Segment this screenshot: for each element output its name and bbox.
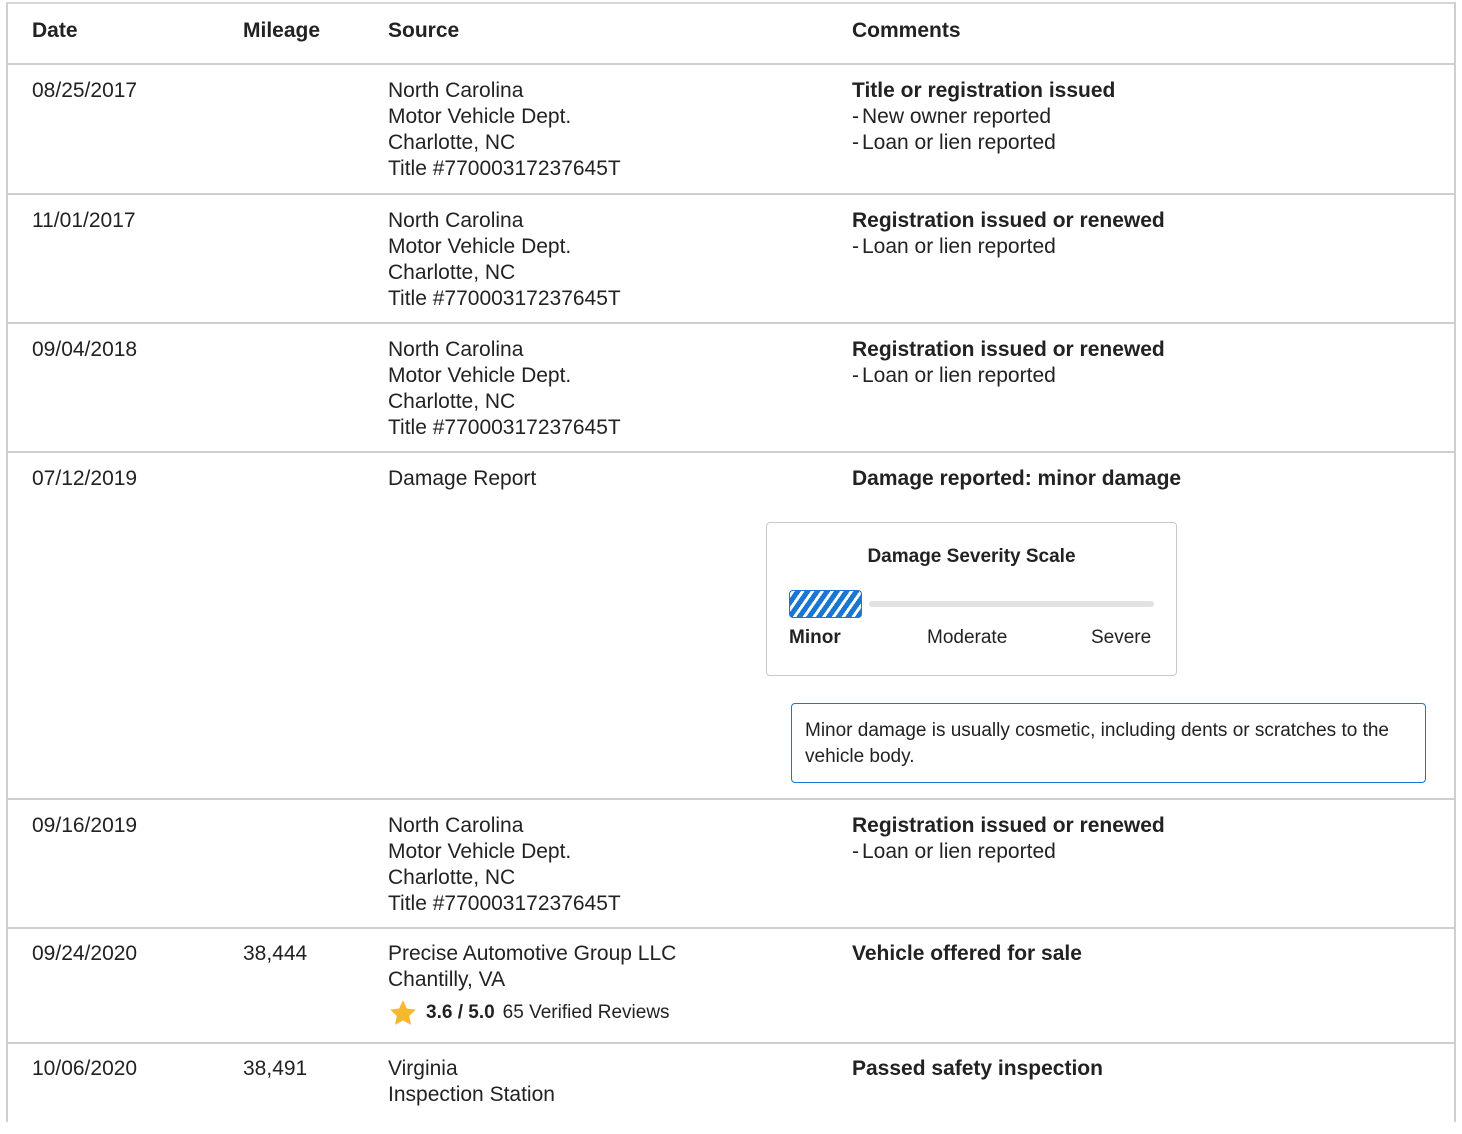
source-line: Charlotte, NC	[388, 390, 516, 413]
source-line: Charlotte, NC	[388, 131, 516, 154]
comment-title: Registration issued or renewed	[852, 209, 1165, 232]
table-row: 11/01/2017 North Carolina Motor Vehicle …	[8, 195, 1454, 324]
star-icon	[390, 1000, 416, 1025]
row-comments: Title or registration issued - New owner …	[852, 78, 1115, 156]
row-date: 09/24/2020	[32, 942, 138, 965]
row-date: 08/25/2017	[32, 79, 138, 102]
scale-track	[869, 601, 1154, 607]
damage-info-note: Minor damage is usually cosmetic, includ…	[791, 703, 1426, 783]
table-row: 09/16/2019 North Carolina Motor Vehicle …	[8, 800, 1454, 929]
source-line: North Carolina	[388, 338, 524, 361]
column-header-source: Source	[388, 19, 460, 42]
source-line: Precise Automotive Group LLC	[388, 942, 677, 965]
row-source: Damage Report	[388, 466, 536, 492]
row-source: Precise Automotive Group LLC Chantilly, …	[388, 941, 676, 1028]
comment-title: Registration issued or renewed	[852, 814, 1165, 837]
column-header-date: Date	[32, 19, 78, 42]
comment-title: Title or registration issued	[852, 79, 1116, 102]
dealer-rating[interactable]: 3.6 / 5.0 65 Verified Reviews	[388, 998, 676, 1028]
source-line: Title #77000317237645T	[388, 416, 621, 439]
comment-title: Passed safety inspection	[852, 1057, 1103, 1080]
row-date: 10/06/2020	[32, 1057, 138, 1080]
scale-level-indicator	[789, 590, 862, 618]
comment-title: Damage reported: minor damage	[852, 467, 1182, 490]
row-comments: Registration issued or renewed - Loan or …	[852, 337, 1165, 389]
row-comments: Vehicle offered for sale	[852, 941, 1082, 967]
table-row: 09/24/2020 38,444 Precise Automotive Gro…	[8, 929, 1454, 1044]
source-line: Motor Vehicle Dept.	[388, 364, 572, 387]
scale-title: Damage Severity Scale	[867, 546, 1076, 567]
row-comments: Passed safety inspection	[852, 1056, 1103, 1082]
column-header-mileage: Mileage	[243, 19, 321, 42]
row-source: North Carolina Motor Vehicle Dept. Charl…	[388, 813, 621, 917]
row-date: 07/12/2019	[32, 467, 138, 490]
source-line: Damage Report	[388, 467, 537, 490]
source-line: Title #77000317237645T	[388, 287, 621, 310]
source-line: Title #77000317237645T	[388, 892, 621, 915]
row-source: Virginia Inspection Station	[388, 1056, 555, 1108]
scale-label-minor: Minor	[789, 627, 841, 648]
row-comments: Registration issued or renewed - Loan or …	[852, 813, 1165, 865]
row-comments: Registration issued or renewed - Loan or …	[852, 208, 1165, 260]
source-line: Title #77000317237645T	[388, 157, 621, 180]
scale-label-severe: Severe	[1091, 627, 1152, 648]
scale-label-moderate: Moderate	[927, 627, 1008, 648]
source-line: Motor Vehicle Dept.	[388, 840, 572, 863]
comment-title: Registration issued or renewed	[852, 338, 1165, 361]
source-line: Motor Vehicle Dept.	[388, 105, 572, 128]
row-source: North Carolina Motor Vehicle Dept. Charl…	[388, 78, 621, 182]
rating-reviews[interactable]: 65 Verified Reviews	[503, 1000, 670, 1026]
comment-item: - Loan or lien reported	[852, 235, 1056, 258]
source-line: Virginia	[388, 1057, 458, 1080]
source-line: Charlotte, NC	[388, 261, 516, 284]
table-row: 10/06/2020 38,491 Virginia Inspection St…	[8, 1044, 1454, 1134]
source-line: Motor Vehicle Dept.	[388, 235, 572, 258]
vehicle-history-table: Date Mileage Source Comments 08/25/2017 …	[6, 2, 1456, 1122]
table-row: 09/04/2018 North Carolina Motor Vehicle …	[8, 324, 1454, 453]
damage-severity-scale: Damage Severity Scale Minor Moderate Sev…	[766, 522, 1177, 676]
source-line: North Carolina	[388, 209, 524, 232]
row-comments: Damage reported: minor damage	[852, 466, 1181, 492]
source-line: Chantilly, VA	[388, 968, 506, 991]
comment-item: - Loan or lien reported	[852, 364, 1056, 387]
row-source: North Carolina Motor Vehicle Dept. Charl…	[388, 208, 621, 312]
row-mileage: 38,491	[243, 1057, 308, 1080]
row-date: 09/04/2018	[32, 338, 138, 361]
comment-item: - New owner reported	[852, 105, 1052, 128]
source-line: North Carolina	[388, 79, 524, 102]
column-header-comments: Comments	[852, 19, 961, 42]
source-line: North Carolina	[388, 814, 524, 837]
row-mileage: 38,444	[243, 942, 308, 965]
row-date: 11/01/2017	[32, 209, 136, 232]
comment-item: - Loan or lien reported	[852, 840, 1056, 863]
source-line: Charlotte, NC	[388, 866, 516, 889]
row-date: 09/16/2019	[32, 814, 138, 837]
rating-score: 3.6 / 5.0	[426, 1002, 495, 1023]
source-line: Inspection Station	[388, 1083, 555, 1106]
comment-item: - Loan or lien reported	[852, 131, 1056, 154]
table-header-row: Date Mileage Source Comments	[8, 4, 1454, 65]
table-row: 08/25/2017 North Carolina Motor Vehicle …	[8, 65, 1454, 195]
row-source: North Carolina Motor Vehicle Dept. Charl…	[388, 337, 621, 441]
comment-title: Vehicle offered for sale	[852, 942, 1082, 965]
